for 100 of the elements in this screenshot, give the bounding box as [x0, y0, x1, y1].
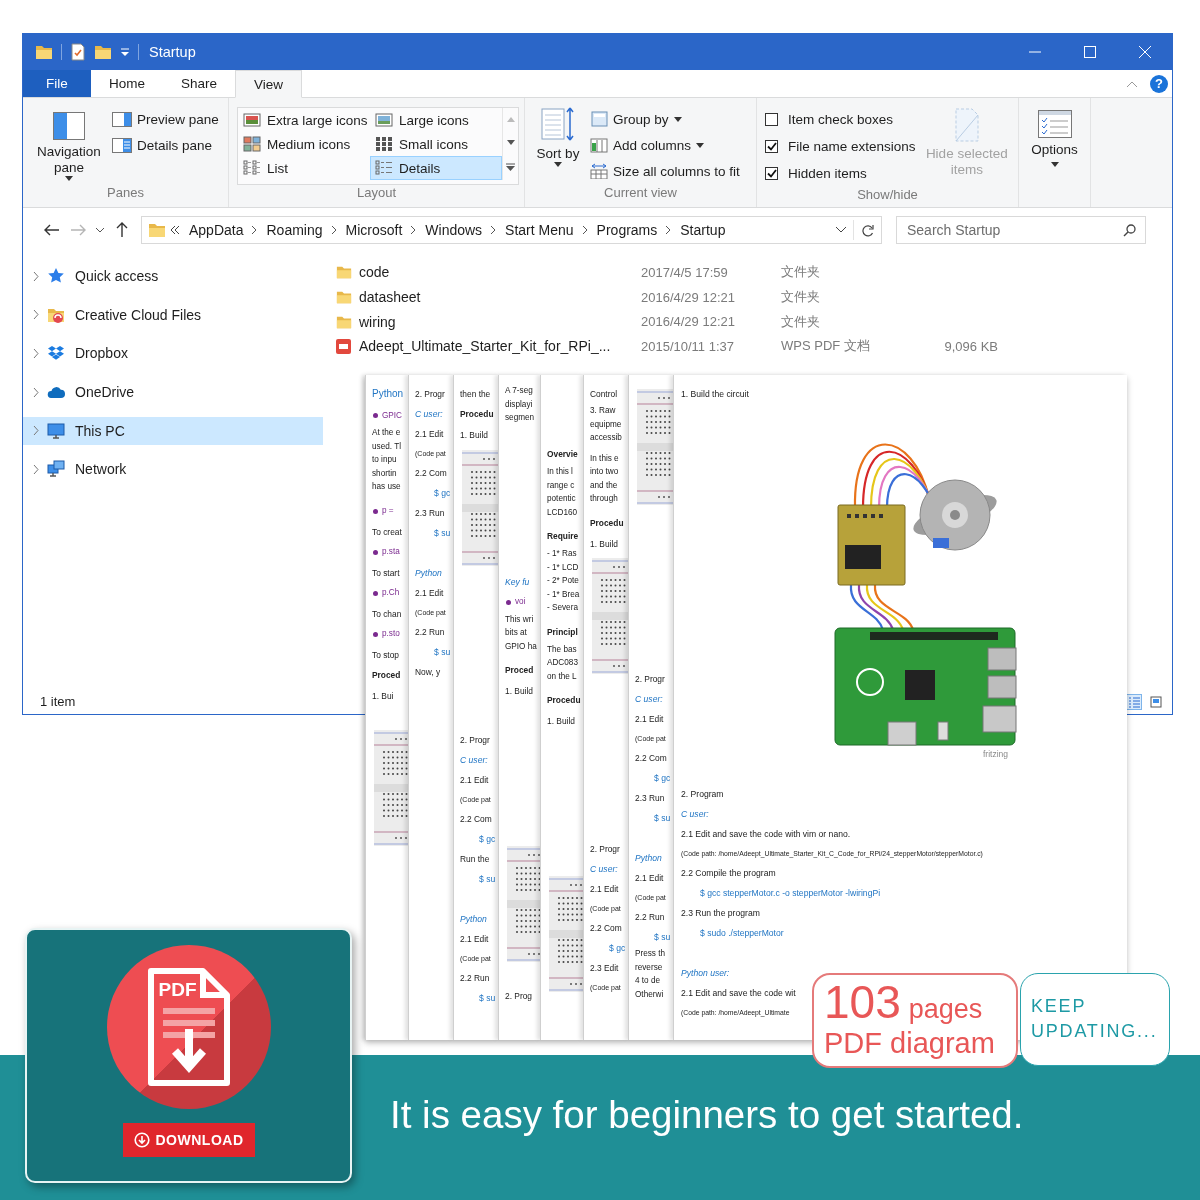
doc-text: then the — [460, 388, 491, 401]
caret-icon — [1050, 162, 1059, 167]
chevron-right-icon[interactable] — [331, 226, 337, 234]
chevron-down-icon[interactable] — [836, 227, 846, 233]
chevron-right-icon[interactable] — [252, 226, 258, 234]
breadcrumb[interactable]: Windows — [420, 222, 488, 238]
back-arrow-icon — [44, 224, 60, 236]
checkbox[interactable] — [765, 113, 778, 126]
breadcrumb[interactable]: Programs — [591, 222, 663, 238]
pdf-document-icon — [146, 967, 231, 1087]
doc-text: 2.3 Run — [635, 792, 665, 805]
file-type: WPS PDF 文档 — [781, 337, 871, 356]
chevron-right-icon[interactable] — [666, 226, 672, 234]
layout-option[interactable]: List — [238, 156, 370, 180]
doc-text: 2.1 Edit — [635, 713, 664, 726]
ribbon-tab[interactable]: View — [235, 70, 303, 98]
scroll-down-icon[interactable] — [506, 140, 515, 145]
layout-option[interactable]: Medium icons — [238, 132, 370, 156]
view-icon — [243, 160, 261, 176]
navigation-item[interactable]: This PC — [23, 416, 323, 445]
expand-gallery-icon[interactable] — [506, 163, 515, 171]
options-button[interactable]: Options — [1031, 110, 1078, 185]
date-modified: 2017/4/5 17:59 — [641, 264, 729, 280]
file-name[interactable]: Adeept_Ultimate_Starter_Kit_for_RPi_... — [359, 338, 641, 355]
navigation-item[interactable]: OneDrive — [23, 378, 323, 407]
doc-text: 2.1 Edit — [415, 428, 444, 441]
navigation-item[interactable]: Creative Cloud Files — [23, 300, 323, 329]
refresh-icon[interactable] — [861, 223, 874, 237]
download-button[interactable]: DOWNLOAD — [122, 1123, 255, 1157]
navigation-item[interactable]: Quick access — [23, 262, 323, 290]
pane-toggle-button[interactable]: Details pane — [109, 132, 222, 158]
date-modified: 2015/10/11 1:37 — [641, 338, 735, 354]
view-option-button[interactable]: Add columns — [587, 132, 743, 158]
doc-text: 2.3 Run — [415, 507, 445, 520]
doc-text: 2.1 Edit — [590, 882, 619, 896]
expand-chevron-icon[interactable] — [33, 464, 39, 474]
column-icon — [590, 163, 608, 179]
doc-text: Run the — [460, 853, 490, 866]
maximize-icon[interactable] — [1083, 45, 1096, 58]
checkbox[interactable] — [765, 140, 778, 153]
breadcrumb[interactable]: Start Menu — [500, 222, 579, 238]
layout-option[interactable]: Small icons — [370, 132, 502, 156]
layout-option[interactable]: Details — [370, 156, 502, 180]
layout-option[interactable]: Large icons — [370, 108, 502, 132]
subheading: C user: — [681, 808, 709, 821]
checkbox[interactable] — [765, 167, 778, 180]
doc-text: 2.2 Compile the program — [681, 867, 776, 880]
breadcrumb[interactable]: Roaming — [261, 222, 328, 238]
file-name[interactable]: datasheet — [359, 289, 641, 306]
overflow-chevrons-icon[interactable] — [170, 226, 180, 234]
paragraph: The bas ADC083 on the L — [547, 643, 578, 683]
breadcrumb[interactable]: AppData — [184, 222, 249, 238]
ribbon-tab[interactable]: Home — [91, 70, 163, 97]
ribbon-tab[interactable]: File — [23, 70, 91, 97]
caret-icon — [65, 176, 73, 181]
expand-chevron-icon[interactable] — [33, 426, 39, 436]
navigation-item[interactable]: Network — [23, 455, 323, 484]
file-name[interactable]: wiring — [359, 313, 641, 330]
expand-chevron-icon[interactable] — [33, 387, 39, 397]
paragraph: Press th reverse 4 to de Otherwi — [635, 948, 666, 1001]
close-icon[interactable] — [1138, 45, 1151, 58]
chevron-right-icon[interactable] — [411, 226, 417, 234]
code-line: $ su — [478, 873, 496, 886]
doc-text: 2.2 Run — [415, 626, 445, 639]
ribbon-tab[interactable]: Share — [163, 70, 236, 97]
badge-subtitle: PDF diagram — [824, 1026, 996, 1061]
expand-chevron-icon[interactable] — [33, 310, 39, 320]
sort-by-button[interactable]: Sort by — [535, 106, 581, 185]
pane-toggle-button[interactable]: Preview pane — [109, 106, 222, 132]
layout-option[interactable]: Extra large icons — [238, 108, 370, 132]
help-button[interactable]: ? — [1150, 74, 1168, 93]
breadcrumb[interactable]: Microsoft — [340, 222, 408, 238]
doc-text: 2.2 Run — [635, 911, 665, 924]
customize-toolbar-icon[interactable] — [120, 46, 130, 57]
search-field[interactable]: Search Startup — [896, 216, 1146, 244]
file-name[interactable]: code — [359, 264, 641, 281]
doc-text: 2.2 Com — [415, 467, 447, 480]
search-icon — [1123, 224, 1136, 237]
view-icon — [243, 112, 261, 128]
navigation-pane-button[interactable]: Navigation pane — [33, 106, 105, 185]
code-line: $ su — [433, 646, 451, 659]
address-field[interactable]: AppData Roaming Microsoft Windows Start Menu Programs Startup — [141, 216, 882, 244]
expand-chevron-icon[interactable] — [33, 348, 39, 358]
paragraph: - 1* Ras - 1* LCD - 2* Pote - 1* Brea - Severa — [547, 548, 580, 614]
checkbox-label: File name extensions — [788, 139, 916, 154]
column-icon — [590, 137, 608, 153]
bullet-item: p.Ch — [372, 582, 400, 604]
navigation-item[interactable]: Dropbox — [23, 339, 323, 368]
paragraph: At the e used. Tl to inpu shortin has use — [372, 427, 401, 493]
breadcrumb[interactable]: Startup — [675, 222, 731, 238]
chevron-right-icon[interactable] — [491, 226, 497, 234]
view-option-button[interactable]: Group by — [587, 106, 743, 132]
view-option-button[interactable]: Size all columns to fit — [587, 158, 743, 184]
view-toggle-button[interactable] — [1148, 693, 1164, 710]
hide-page-icon — [953, 108, 980, 142]
chevron-right-icon[interactable] — [582, 226, 588, 234]
properties-icon[interactable] — [70, 42, 86, 61]
collapse-ribbon-icon[interactable] — [1126, 79, 1138, 88]
expand-chevron-icon[interactable] — [33, 271, 39, 281]
doc-heading: Python — [372, 387, 404, 401]
